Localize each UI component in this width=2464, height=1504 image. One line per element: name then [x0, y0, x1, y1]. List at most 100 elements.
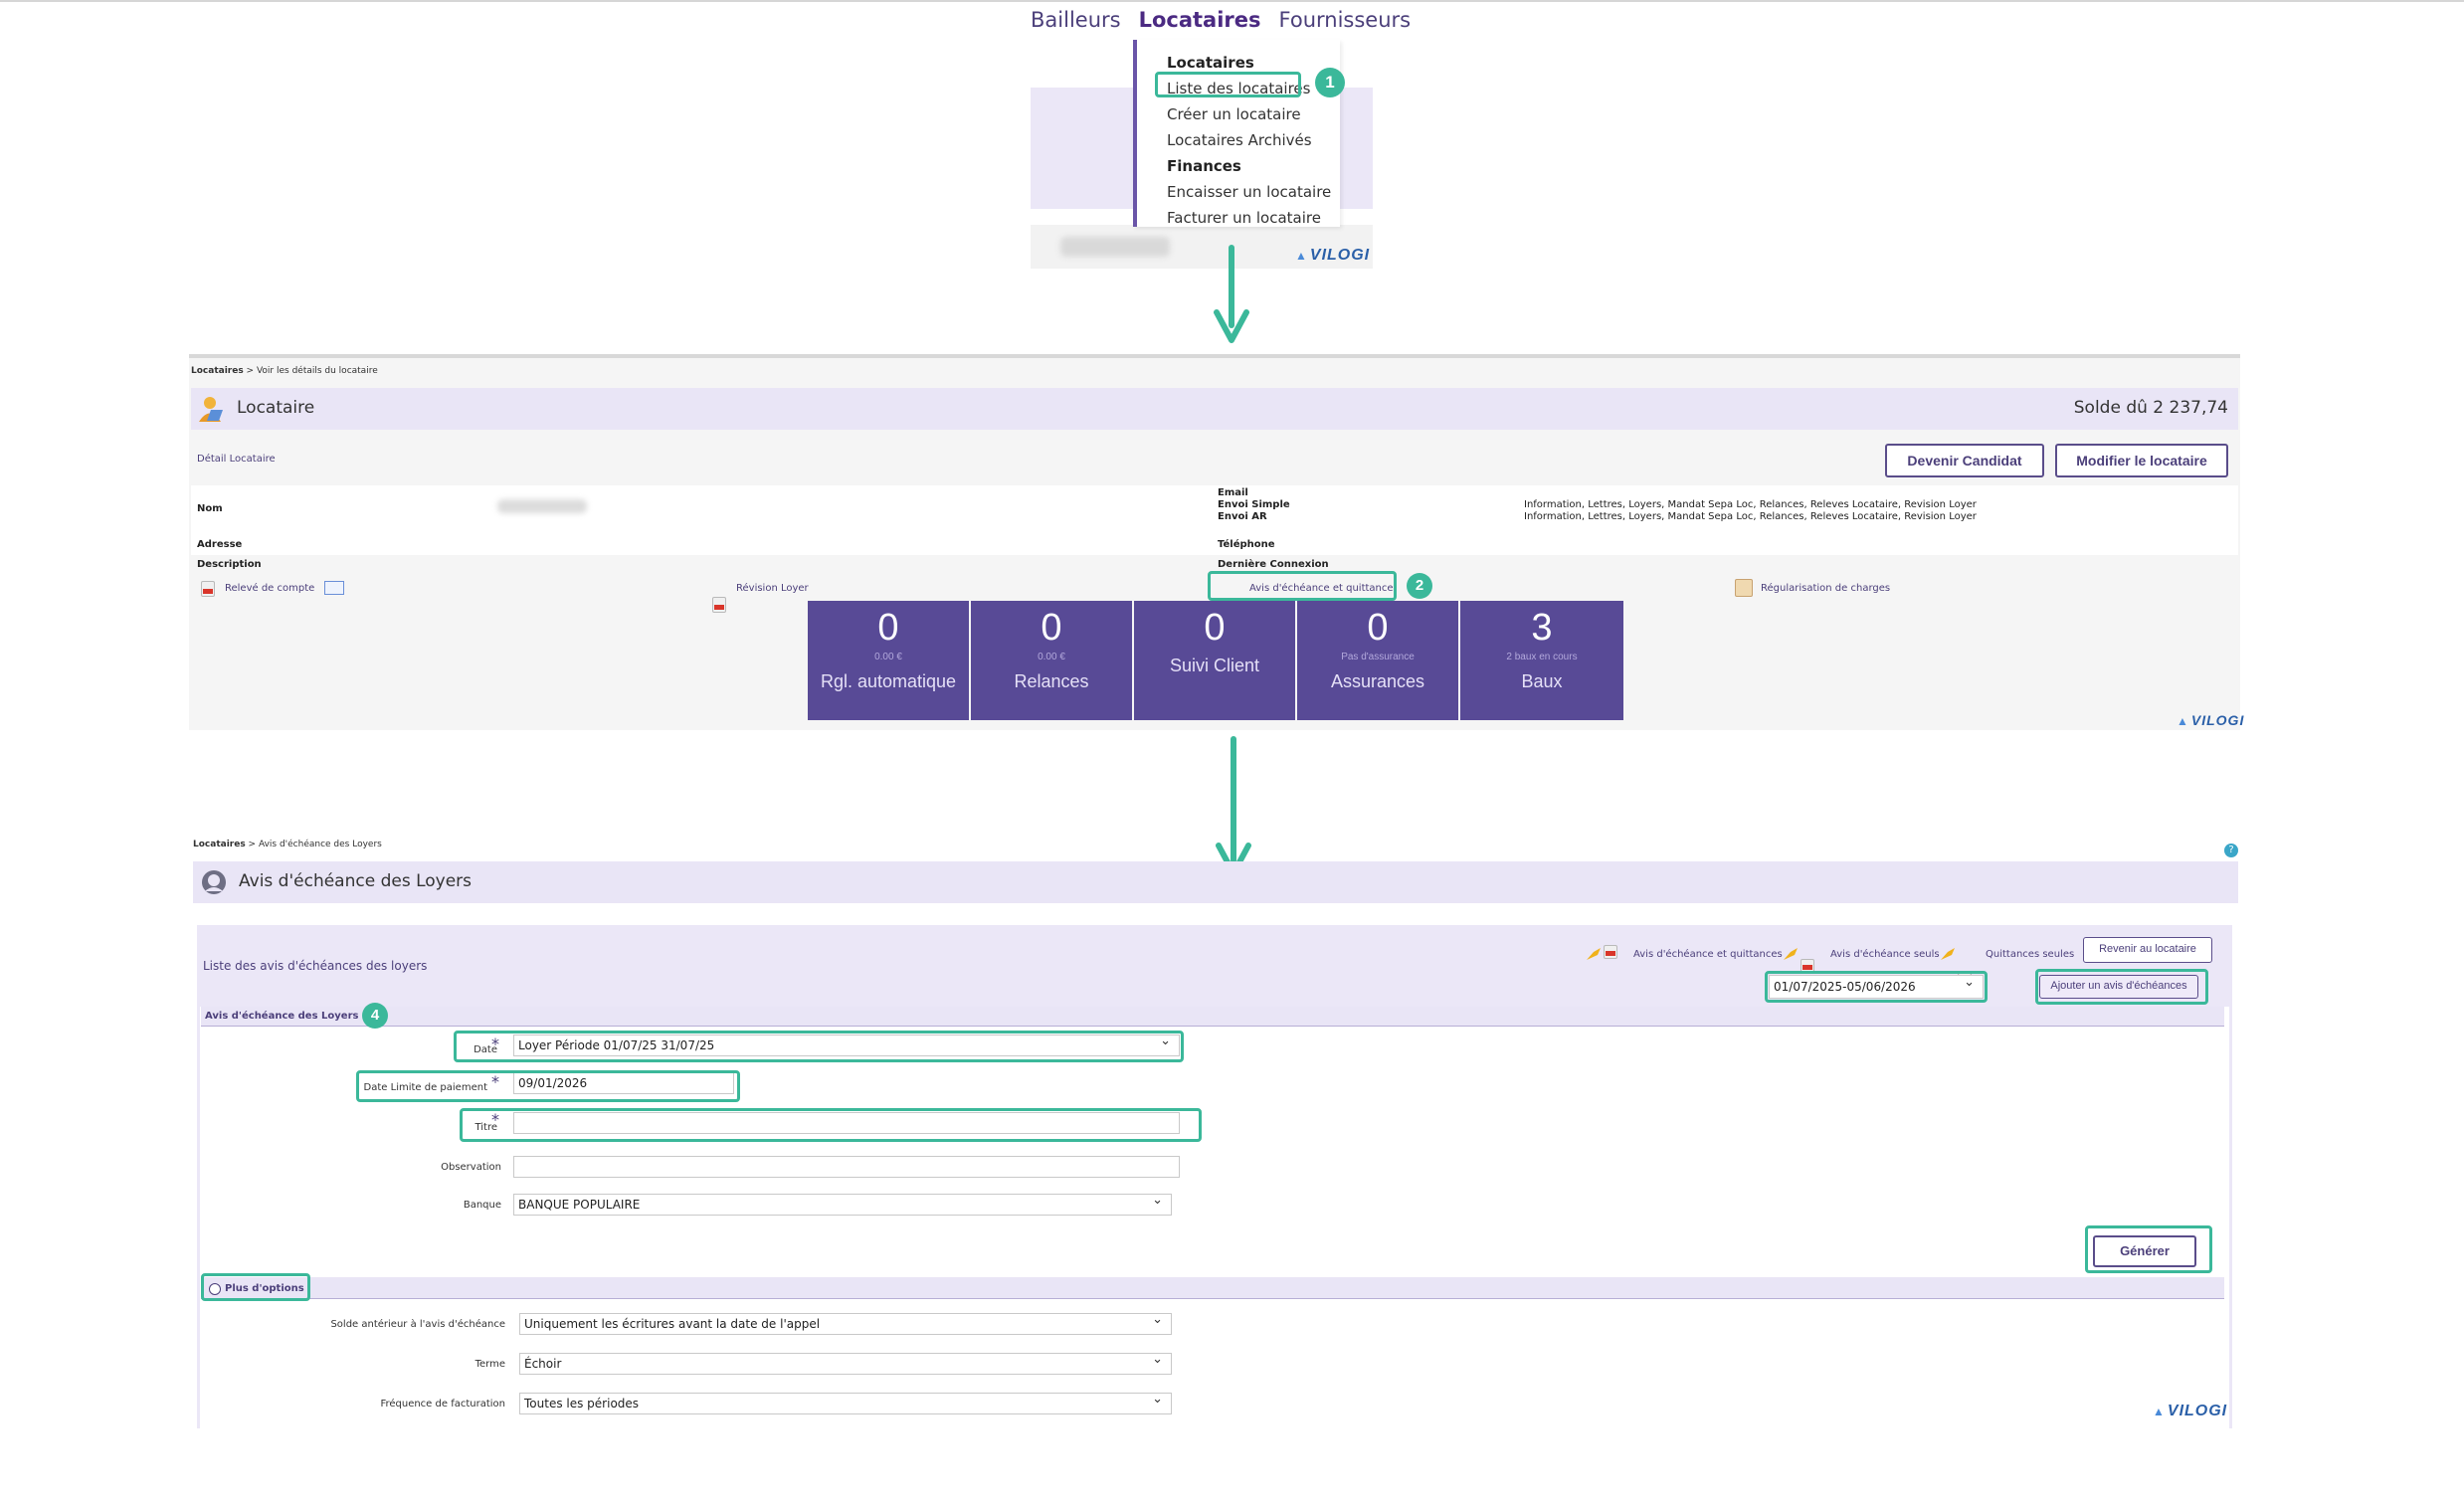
legend-avis-seuls: Avis d'échéance seuls: [1830, 949, 1940, 960]
highlight-generer: [2085, 1225, 2212, 1273]
solde-select[interactable]: Uniquement les écritures avant la date d…: [519, 1313, 1172, 1335]
stat-label: Relances: [1014, 671, 1089, 691]
stat-value: 0: [1041, 607, 1062, 649]
breadcrumb-root[interactable]: Locataires: [193, 840, 246, 849]
stat-card-relances[interactable]: 0 0.00 € Relances: [971, 601, 1132, 720]
section-detail-locataire: Détail Locataire: [197, 454, 276, 465]
vilogi-logo: VILOGI: [2153, 1403, 2227, 1420]
menu-section-finances: Finances: [1167, 157, 1241, 175]
banque-select[interactable]: BANQUE POPULAIRE: [513, 1194, 1172, 1216]
vilogi-logo: VILOGI: [2177, 712, 2244, 728]
terme-select[interactable]: Échoir: [519, 1353, 1172, 1375]
page-title: Locataire: [237, 398, 315, 418]
top-divider: [0, 0, 2464, 2]
envoi-simple-value: Information, Lettres, Loyers, Mandat Sep…: [1524, 499, 1977, 510]
revenir-locataire-button[interactable]: Revenir au locataire: [2083, 937, 2212, 963]
page-title: Avis d'échéance des Loyers: [239, 871, 473, 891]
menu-item-encaisser[interactable]: Encaisser un locataire: [1167, 179, 1340, 205]
highlight-date-limite: [356, 1070, 740, 1102]
envoi-ar-value: Information, Lettres, Loyers, Mandat Sep…: [1524, 511, 1977, 522]
label-nom: Nom: [197, 503, 223, 514]
banque-label: Banque: [463, 1200, 501, 1211]
modifier-locataire-button[interactable]: Modifier le locataire: [2055, 444, 2228, 477]
spreadsheet-icon[interactable]: [324, 581, 344, 595]
stat-card-baux[interactable]: 3 2 baux en cours Baux: [1460, 601, 1623, 720]
label-adresse: Adresse: [197, 539, 243, 550]
tenant-header-bar: Locataire Solde dû 2 237,74: [191, 388, 2238, 430]
options-bar: [201, 1277, 2224, 1299]
balance-due: Solde dû 2 237,74: [2073, 398, 2228, 418]
label-envoi-ar: Envoi AR: [1218, 511, 1267, 522]
highlight-liste-locataires: [1155, 72, 1301, 97]
pin-icon: [1784, 948, 1798, 960]
legend-avis-quittances: Avis d'échéance et quittances: [1633, 949, 1783, 960]
stat-label: Suivi Client: [1169, 656, 1260, 675]
stat-label: Rgl. automatique: [820, 671, 957, 691]
frequence-label: Fréquence de facturation: [380, 1399, 505, 1410]
stat-value: 3: [1531, 607, 1553, 649]
label-email: Email: [1218, 487, 1248, 498]
devenir-candidat-button[interactable]: Devenir Candidat: [1885, 444, 2044, 477]
highlight-ajouter-avis: [2035, 969, 2208, 1005]
releve-compte-link[interactable]: Relevé de compte: [225, 583, 314, 594]
breadcrumb: Locataires > Voir les détails du locatai…: [191, 366, 378, 376]
stat-value: 0: [877, 607, 899, 649]
list-title: Liste des avis d'échéances des loyers: [203, 959, 428, 973]
label-telephone: Téléphone: [1218, 539, 1275, 550]
observation-label: Observation: [441, 1162, 501, 1173]
breadcrumb-current: > Voir les détails du locataire: [243, 366, 378, 376]
avis-header-bar: Avis d'échéance des Loyers: [193, 861, 2238, 903]
pdf-icon: [712, 597, 726, 613]
nav-fournisseurs[interactable]: Fournisseurs: [1279, 8, 1412, 44]
stat-label: Baux: [1521, 671, 1563, 691]
step-badge-2: 2: [1407, 573, 1432, 599]
nav-bailleurs[interactable]: Bailleurs: [1031, 8, 1121, 44]
legend-quittances-seules: Quittances seules: [1986, 949, 2075, 960]
stat-subtext: 0.00 €: [874, 652, 902, 662]
stat-card-suivi-client[interactable]: 0 Suivi Client: [1134, 601, 1295, 720]
nav-locataires[interactable]: Locataires: [1139, 8, 1261, 44]
blurred-name: [497, 499, 587, 513]
stat-value: 0: [1367, 607, 1389, 649]
menu-item-locataires-archives[interactable]: Locataires Archivés: [1167, 127, 1340, 153]
help-icon[interactable]: ?: [2224, 844, 2238, 857]
observation-input[interactable]: [513, 1156, 1180, 1178]
avis-echeance-panel: Locataires > Avis d'échéance des Loyers …: [193, 838, 2238, 1428]
label-derniere-connexion: Dernière Connexion: [1218, 559, 1329, 570]
pin-icon: [1587, 948, 1601, 960]
pdf-icon: [1604, 945, 1617, 959]
menu-item-facturer[interactable]: Facturer un locataire: [1167, 205, 1340, 231]
section-title: Avis d'échéance des Loyers: [205, 1011, 359, 1022]
stat-card-assurances[interactable]: 0 Pas d'assurance Assurances: [1297, 601, 1458, 720]
solde-label: Solde antérieur à l'avis d'échéance: [330, 1319, 505, 1330]
highlight-period-select: [1765, 971, 1988, 1003]
stat-card-reglement[interactable]: 0 0.00 € Rgl. automatique: [808, 601, 969, 720]
highlight-plus-options: [201, 1273, 310, 1301]
vilogi-logo: VILOGI: [1295, 247, 1370, 265]
regularisation-charges-link[interactable]: Régularisation de charges: [1761, 583, 1890, 594]
user-icon: [199, 397, 223, 422]
terme-label: Terme: [474, 1359, 505, 1370]
highlight-avis-echeance: [1208, 571, 1397, 601]
breadcrumb: Locataires > Avis d'échéance des Loyers: [193, 840, 382, 849]
address-row-background: [191, 537, 2238, 555]
step-badge-4: 4: [362, 1003, 388, 1029]
stat-subtext: Pas d'assurance: [1341, 652, 1415, 662]
stat-subtext: 2 baux en cours: [1506, 652, 1578, 662]
label-envoi-simple: Envoi Simple: [1218, 499, 1290, 510]
breadcrumb-root[interactable]: Locataires: [191, 366, 244, 376]
locataires-dropdown-menu: Locataires Liste des locataires Créer un…: [1133, 40, 1340, 227]
highlight-date-field: [454, 1031, 1184, 1062]
pin-icon: [1941, 948, 1955, 960]
main-navigation: Bailleurs Locataires Fournisseurs: [1031, 8, 1411, 44]
tenant-details-panel: Locataires > Voir les détails du locatai…: [189, 354, 2243, 730]
stat-label: Assurances: [1330, 671, 1425, 691]
breadcrumb-current: > Avis d'échéance des Loyers: [245, 840, 382, 849]
menu-item-creer-locataire[interactable]: Créer un locataire: [1167, 101, 1340, 127]
profile-icon: [202, 870, 226, 894]
section-bar: Avis d'échéance des Loyers: [201, 1007, 2224, 1027]
down-arrow-icon: [1212, 245, 1251, 344]
highlight-titre-field: [460, 1108, 1202, 1142]
revision-loyer-link[interactable]: Révision Loyer: [736, 583, 809, 594]
frequence-select[interactable]: Toutes les périodes: [519, 1393, 1172, 1414]
